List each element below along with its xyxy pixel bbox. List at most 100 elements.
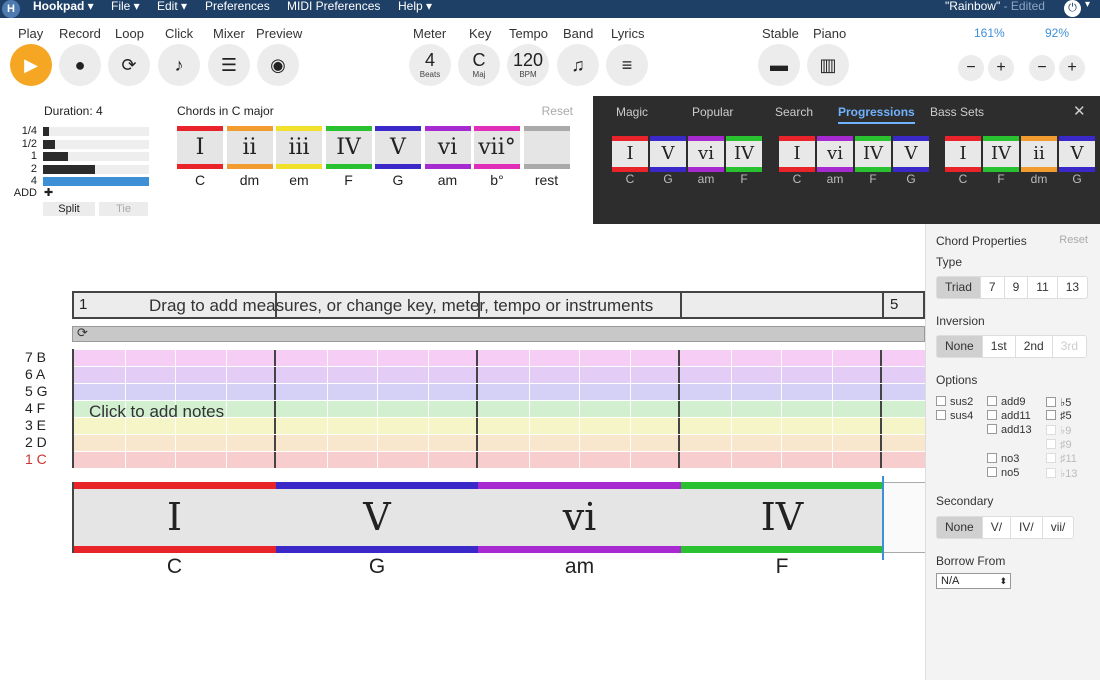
next-measure-placeholder[interactable] — [883, 482, 925, 553]
progression-chord[interactable]: IV — [726, 136, 762, 172]
inversion-2nd[interactable]: 2nd — [1016, 336, 1053, 357]
zoom-out-button-2[interactable]: − — [1029, 55, 1055, 81]
borrow-from-select[interactable]: N/A ⬍ — [936, 573, 1011, 589]
close-icon[interactable]: ✕ — [1073, 102, 1086, 120]
duration-row[interactable]: 1 — [0, 150, 160, 162]
duration-track[interactable] — [43, 164, 149, 174]
palette-chord[interactable]: vii° — [474, 126, 520, 169]
palette-chord[interactable]: IV — [325, 126, 372, 169]
duration-track[interactable] — [43, 152, 149, 161]
secondary-none[interactable]: None — [937, 517, 983, 538]
band-button[interactable]: ♫ — [557, 44, 599, 86]
progression-chord[interactable]: I — [779, 136, 815, 172]
type-11[interactable]: 11 — [1028, 277, 1058, 298]
menu-edit[interactable]: Edit ▾ — [157, 0, 187, 13]
menu-preferences[interactable]: Preferences — [205, 0, 270, 13]
tab-progressions[interactable]: Progressions — [838, 105, 915, 124]
checkbox[interactable] — [936, 410, 946, 420]
menu-help[interactable]: Help ▾ — [398, 0, 432, 13]
option-add11[interactable]: add11 — [987, 410, 1031, 422]
zoom-in-button-2[interactable]: + — [1059, 55, 1085, 81]
tab-search[interactable]: Search — [775, 105, 813, 119]
inversion-1st[interactable]: 1st — [983, 336, 1016, 357]
hookpad-logo-icon[interactable]: H — [2, 0, 20, 18]
progression-chord[interactable]: ii — [1021, 136, 1057, 172]
option-add13[interactable]: add13 — [987, 424, 1032, 436]
loop-button[interactable]: ⟳ — [108, 44, 150, 86]
key-button[interactable]: C Maj — [458, 44, 500, 86]
note-row[interactable] — [74, 383, 927, 400]
progression-chord[interactable]: V — [893, 136, 929, 172]
measure-chord[interactable]: V — [275, 482, 479, 553]
checkbox[interactable] — [987, 410, 997, 420]
option-5[interactable]: ♯5 — [1046, 410, 1072, 422]
tempo-button[interactable]: 120 BPM — [507, 44, 549, 86]
note-row[interactable] — [74, 451, 927, 468]
note-row[interactable] — [74, 349, 927, 366]
option-sus2[interactable]: sus2 — [936, 396, 973, 408]
palette-chord[interactable]: ii — [226, 126, 273, 169]
type-triad[interactable]: Triad — [937, 277, 981, 298]
duration-track[interactable] — [43, 127, 149, 136]
record-button[interactable]: ● — [59, 44, 101, 86]
mixer-button[interactable]: ☰ — [208, 44, 250, 86]
duration-row[interactable]: 2 — [0, 163, 160, 175]
duration-add-row[interactable]: ADD ✚ — [0, 186, 160, 199]
chevron-down-icon[interactable]: ▾ — [1085, 0, 1090, 10]
checkbox[interactable] — [987, 396, 997, 406]
type-7[interactable]: 7 — [981, 277, 1005, 298]
duration-track[interactable] — [43, 139, 149, 149]
progression-chord[interactable]: V — [650, 136, 686, 172]
timeline-bar[interactable]: 1 Drag to add measures, or change key, m… — [72, 291, 925, 319]
option-sus4[interactable]: sus4 — [936, 410, 973, 422]
duration-track[interactable] — [43, 177, 149, 186]
secondary-v[interactable]: V/ — [983, 517, 1012, 538]
tab-magic[interactable]: Magic — [616, 105, 648, 119]
stable-button[interactable]: ▬ — [758, 44, 800, 86]
loop-icon[interactable]: ⟳ — [77, 325, 88, 341]
duration-row[interactable]: 4 — [0, 175, 160, 187]
checkbox[interactable] — [936, 396, 946, 406]
progression-chord[interactable]: vi — [688, 136, 724, 172]
measure-chord[interactable]: I — [73, 482, 276, 553]
checkbox[interactable] — [1046, 410, 1056, 420]
palette-chord[interactable]: I — [177, 126, 223, 169]
progression-chord[interactable]: IV — [983, 136, 1019, 172]
tab-popular[interactable]: Popular — [692, 105, 733, 119]
secondary-vii[interactable]: vii/ — [1043, 517, 1074, 538]
palette-chord[interactable]: V — [375, 126, 421, 169]
note-row[interactable] — [74, 366, 927, 383]
checkbox[interactable] — [987, 467, 997, 477]
add-icon[interactable]: ✚ — [44, 186, 53, 199]
progression-chord[interactable]: IV — [855, 136, 891, 172]
playhead-cursor[interactable] — [882, 476, 884, 560]
type-9[interactable]: 9 — [1005, 277, 1029, 298]
progression-chord[interactable]: I — [945, 136, 981, 172]
lyrics-button[interactable]: ≡ — [606, 44, 648, 86]
tab-bass-sets[interactable]: Bass Sets — [930, 105, 984, 119]
menu-file[interactable]: File ▾ — [111, 0, 140, 13]
tie-button[interactable]: Tie — [99, 202, 148, 216]
menu-midi-preferences[interactable]: MIDI Preferences — [287, 0, 380, 13]
checkbox[interactable] — [987, 424, 997, 434]
progression-chord[interactable]: I — [612, 136, 648, 172]
measure-chord[interactable]: vi — [478, 482, 681, 553]
split-button[interactable]: Split — [43, 202, 95, 216]
option-no5[interactable]: no5 — [987, 467, 1019, 479]
piano-button[interactable]: ▥ — [807, 44, 849, 86]
zoom-out-button-1[interactable]: − — [958, 55, 984, 81]
palette-reset-button[interactable]: Reset — [542, 104, 573, 118]
zoom-in-button-1[interactable]: + — [988, 55, 1014, 81]
progression-chord[interactable]: V — [1059, 136, 1095, 172]
play-button[interactable]: ▶ — [10, 44, 52, 86]
metronome-button[interactable]: ♪ — [158, 44, 200, 86]
duration-row[interactable]: 1/4 — [0, 125, 160, 137]
palette-chord[interactable] — [523, 126, 570, 169]
loop-bar[interactable]: ⟳ — [72, 325, 925, 342]
option-5[interactable]: ♭5 — [1046, 396, 1071, 409]
duration-row[interactable]: 1/2 — [0, 138, 160, 150]
option-add9[interactable]: add9 — [987, 396, 1025, 408]
progression-chord[interactable]: vi — [817, 136, 853, 172]
power-icon[interactable]: ⏻ — [1064, 0, 1081, 17]
measure-chord[interactable]: IV — [680, 482, 884, 553]
